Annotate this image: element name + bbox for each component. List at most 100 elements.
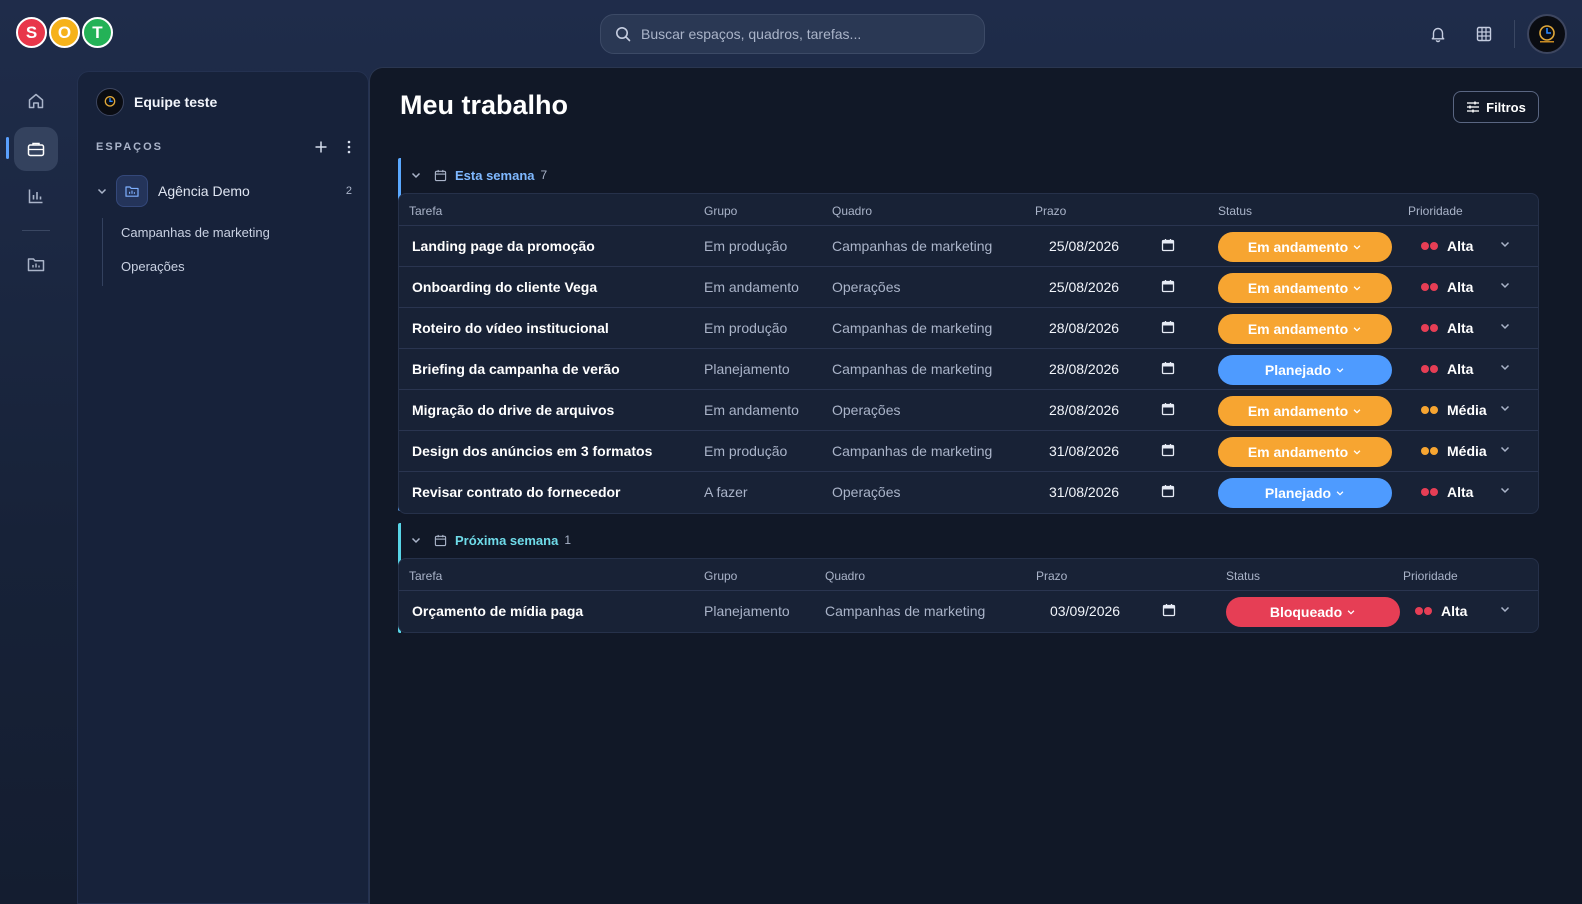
table-row[interactable]: Onboarding do cliente Vega Em andamento … [399, 267, 1538, 308]
table-row[interactable]: Orçamento de mídia paga Planejamento Cam… [399, 591, 1538, 632]
calendar-icon[interactable] [1161, 361, 1175, 375]
expand-row-chevron-icon[interactable] [1499, 238, 1511, 250]
rail-my-work-button[interactable] [14, 127, 58, 171]
task-name[interactable]: Landing page da promoção [412, 238, 595, 254]
task-board[interactable]: Campanhas de marketing [832, 443, 992, 459]
col-group[interactable]: Grupo [704, 569, 737, 583]
priority-indicator[interactable]: Alta [1421, 320, 1473, 336]
calendar-icon[interactable] [1161, 402, 1175, 416]
bell-icon[interactable] [1426, 22, 1450, 46]
status-dropdown[interactable]: Em andamento [1218, 396, 1392, 426]
task-name[interactable]: Revisar contrato do fornecedor [412, 484, 621, 500]
more-vertical-icon[interactable] [346, 140, 352, 154]
table-row[interactable]: Migração do drive de arquivos Em andamen… [399, 390, 1538, 431]
task-board[interactable]: Operações [832, 279, 900, 295]
search-bar[interactable] [600, 14, 985, 54]
task-name[interactable]: Design dos anúncios em 3 formatos [412, 443, 652, 459]
table-row[interactable]: Roteiro do vídeo institucional Em produç… [399, 308, 1538, 349]
task-due-date[interactable]: 25/08/2026 [1049, 238, 1119, 254]
search-input[interactable] [641, 26, 961, 42]
status-dropdown[interactable]: Planejado [1218, 478, 1392, 508]
expand-row-chevron-icon[interactable] [1499, 361, 1511, 373]
group-header[interactable]: Próxima semana 1 [410, 523, 571, 557]
task-due-date[interactable]: 03/09/2026 [1050, 603, 1120, 619]
task-name[interactable]: Orçamento de mídia paga [412, 603, 583, 619]
priority-indicator[interactable]: Média [1421, 402, 1487, 418]
board-item-campanhas[interactable]: Campanhas de marketing [103, 218, 270, 252]
calendar-icon[interactable] [1161, 320, 1175, 334]
table-row[interactable]: Briefing da campanha de verão Planejamen… [399, 349, 1538, 390]
space-item-agencia-demo[interactable]: Agência Demo 2 [96, 174, 352, 208]
task-name[interactable]: Roteiro do vídeo institucional [412, 320, 609, 336]
task-board[interactable]: Campanhas de marketing [825, 603, 985, 619]
board-item-operacoes[interactable]: Operações [103, 252, 270, 286]
col-due[interactable]: Prazo [1035, 204, 1066, 218]
calendar-icon[interactable] [1162, 603, 1176, 617]
col-board[interactable]: Quadro [825, 569, 865, 583]
priority-indicator[interactable]: Alta [1421, 361, 1473, 377]
filters-button[interactable]: Filtros [1453, 91, 1539, 123]
task-due-date[interactable]: 28/08/2026 [1049, 402, 1119, 418]
chevron-down-icon[interactable] [96, 185, 108, 197]
chevron-down-icon[interactable] [410, 169, 422, 181]
grid-icon[interactable] [1472, 22, 1496, 46]
calendar-icon[interactable] [1161, 279, 1175, 293]
col-priority[interactable]: Prioridade [1403, 569, 1458, 583]
app-logo[interactable]: S O T [16, 17, 115, 48]
col-due[interactable]: Prazo [1036, 569, 1067, 583]
task-name[interactable]: Migração do drive de arquivos [412, 402, 614, 418]
priority-indicator[interactable]: Alta [1421, 279, 1473, 295]
status-dropdown[interactable]: Em andamento [1218, 232, 1392, 262]
col-task[interactable]: Tarefa [409, 569, 442, 583]
task-board[interactable]: Campanhas de marketing [832, 320, 992, 336]
col-group[interactable]: Grupo [704, 204, 737, 218]
col-board[interactable]: Quadro [832, 204, 872, 218]
priority-label: Média [1447, 443, 1487, 459]
status-dropdown[interactable]: Bloqueado [1226, 597, 1400, 627]
expand-row-chevron-icon[interactable] [1499, 320, 1511, 332]
status-dropdown[interactable]: Planejado [1218, 355, 1392, 385]
table-row[interactable]: Landing page da promoção Em produção Cam… [399, 226, 1538, 267]
expand-row-chevron-icon[interactable] [1499, 484, 1511, 496]
task-board[interactable]: Operações [832, 402, 900, 418]
logo-letter-s: S [16, 17, 47, 48]
priority-indicator[interactable]: Média [1421, 443, 1487, 459]
expand-row-chevron-icon[interactable] [1499, 402, 1511, 414]
team-selector[interactable]: Equipe teste [96, 88, 217, 116]
user-avatar[interactable] [1527, 14, 1567, 54]
priority-indicator[interactable]: Alta [1421, 484, 1473, 500]
task-name[interactable]: Briefing da campanha de verão [412, 361, 620, 377]
task-board[interactable]: Operações [832, 484, 900, 500]
task-due-date[interactable]: 28/08/2026 [1049, 361, 1119, 377]
expand-row-chevron-icon[interactable] [1499, 443, 1511, 455]
chevron-down-icon[interactable] [410, 534, 422, 546]
expand-row-chevron-icon[interactable] [1499, 603, 1511, 615]
add-space-icon[interactable] [314, 140, 328, 154]
calendar-icon[interactable] [1161, 238, 1175, 252]
group-header[interactable]: Esta semana 7 [410, 158, 547, 192]
task-board[interactable]: Campanhas de marketing [832, 238, 992, 254]
calendar-icon[interactable] [1161, 443, 1175, 457]
col-status[interactable]: Status [1226, 569, 1260, 583]
status-dropdown[interactable]: Em andamento [1218, 273, 1392, 303]
task-board[interactable]: Campanhas de marketing [832, 361, 992, 377]
task-due-date[interactable]: 28/08/2026 [1049, 320, 1119, 336]
task-due-date[interactable]: 31/08/2026 [1049, 443, 1119, 459]
rail-reports-button[interactable] [14, 174, 58, 218]
status-dropdown[interactable]: Em andamento [1218, 314, 1392, 344]
calendar-icon[interactable] [1161, 484, 1175, 498]
expand-row-chevron-icon[interactable] [1499, 279, 1511, 291]
table-row[interactable]: Revisar contrato do fornecedor A fazer O… [399, 472, 1538, 513]
status-dropdown[interactable]: Em andamento [1218, 437, 1392, 467]
task-due-date[interactable]: 31/08/2026 [1049, 484, 1119, 500]
rail-spaces-button[interactable] [14, 242, 58, 286]
rail-home-button[interactable] [14, 79, 58, 123]
task-due-date[interactable]: 25/08/2026 [1049, 279, 1119, 295]
priority-indicator[interactable]: Alta [1421, 238, 1473, 254]
table-row[interactable]: Design dos anúncios em 3 formatos Em pro… [399, 431, 1538, 472]
col-status[interactable]: Status [1218, 204, 1252, 218]
col-priority[interactable]: Prioridade [1408, 204, 1463, 218]
task-name[interactable]: Onboarding do cliente Vega [412, 279, 597, 295]
col-task[interactable]: Tarefa [409, 204, 442, 218]
priority-indicator[interactable]: Alta [1415, 603, 1467, 619]
